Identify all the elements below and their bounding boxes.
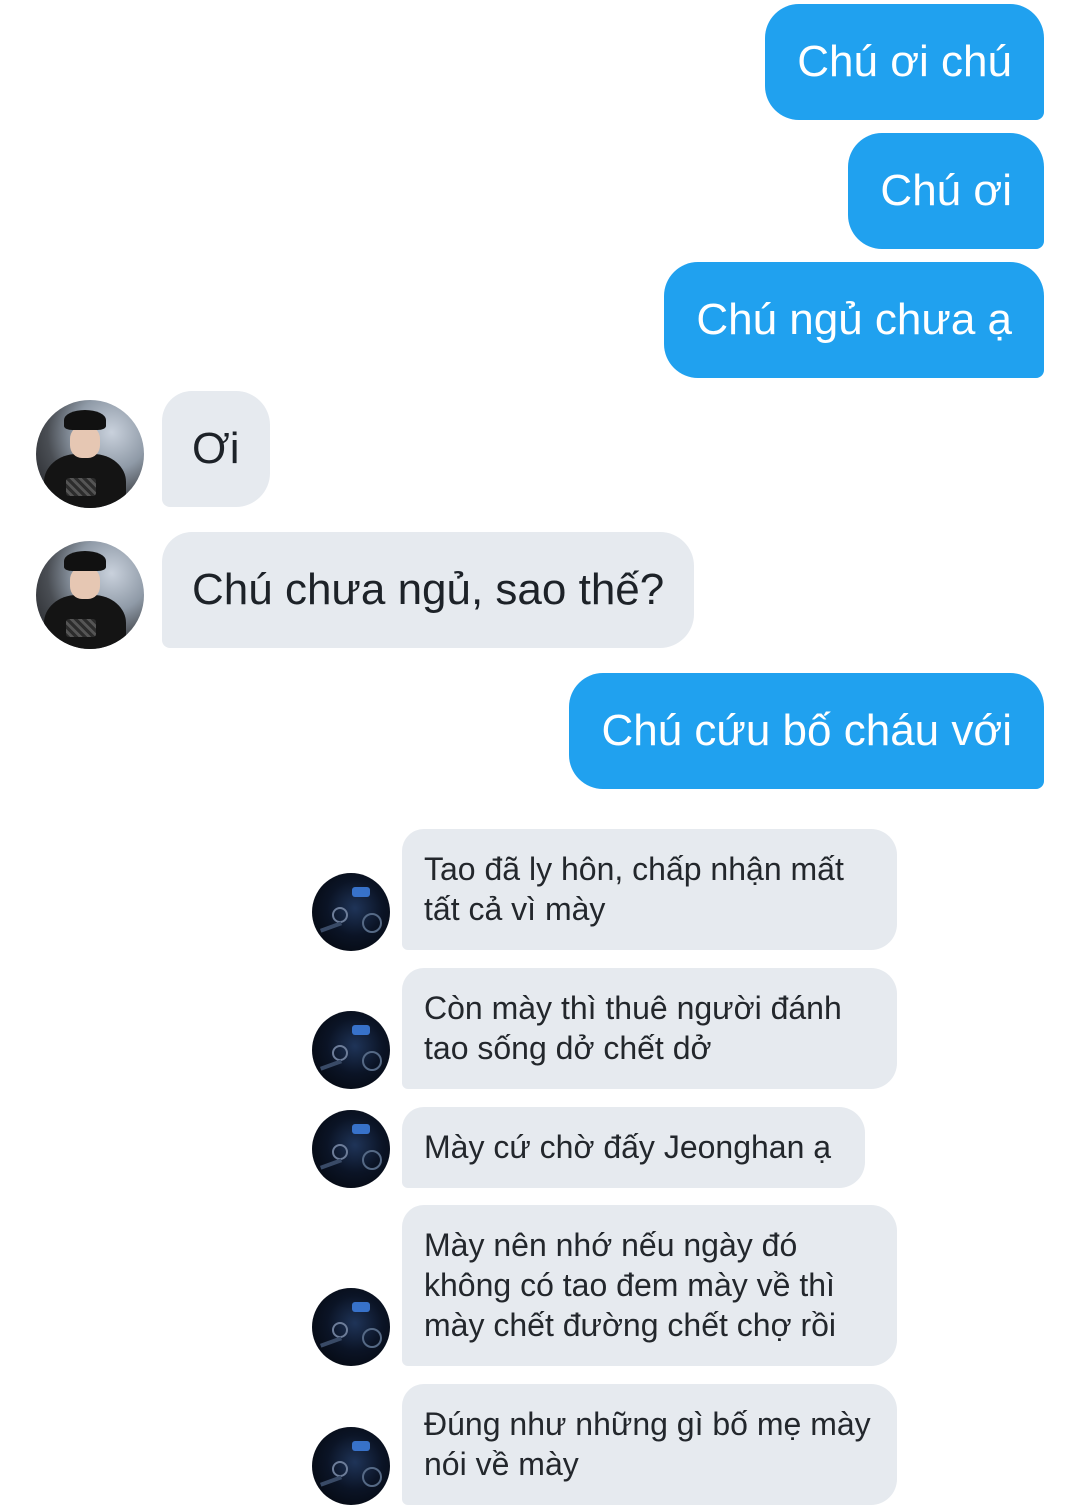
received-message-bubble[interactable]: Tao đã ly hôn, chấp nhận mất tất cả vì m… [402, 829, 897, 950]
message-text: Ơi [192, 424, 240, 473]
message-text: Tao đã ly hôn, chấp nhận mất tất cả vì m… [424, 851, 844, 927]
sent-message-bubble[interactable]: Chú ơi chú [765, 4, 1044, 120]
received-message-bubble[interactable]: Đúng như những gì bố mẹ mày nói về mày [402, 1384, 897, 1505]
contact-avatar[interactable] [312, 1110, 390, 1188]
contact-avatar[interactable] [312, 1427, 390, 1505]
contact-avatar[interactable] [36, 541, 144, 649]
message-text: Chú ơi [880, 166, 1012, 215]
received-message-bubble[interactable]: Còn mày thì thuê người đánh tao sống dở … [402, 968, 897, 1089]
received-message-bubble[interactable]: Chú chưa ngủ, sao thế? [162, 532, 695, 648]
contact-avatar[interactable] [36, 400, 144, 508]
contact-avatar[interactable] [312, 1288, 390, 1366]
message-text: Chú ngủ chưa ạ [696, 295, 1012, 344]
received-message-bubble[interactable]: Mày nên nhớ nếu ngày đó không có tao đem… [402, 1205, 897, 1366]
contact-avatar[interactable] [312, 1011, 390, 1089]
message-text: Đúng như những gì bố mẹ mày nói về mày [424, 1406, 871, 1482]
sent-message-bubble[interactable]: Chú ơi [848, 133, 1044, 249]
message-text: Mày nên nhớ nếu ngày đó không có tao đem… [424, 1227, 837, 1343]
contact-avatar[interactable] [312, 873, 390, 951]
message-text: Chú chưa ngủ, sao thế? [192, 565, 665, 614]
message-text: Mày cứ chờ đấy Jeonghan ạ [424, 1129, 832, 1165]
sent-message-bubble[interactable]: Chú cứu bố cháu với [569, 673, 1044, 789]
message-text: Chú cứu bố cháu với [601, 706, 1012, 755]
sent-message-bubble[interactable]: Chú ngủ chưa ạ [664, 262, 1044, 378]
message-text: Chú ơi chú [797, 37, 1012, 86]
received-message-bubble[interactable]: Ơi [162, 391, 270, 507]
message-text: Còn mày thì thuê người đánh tao sống dở … [424, 990, 842, 1066]
received-message-bubble[interactable]: Mày cứ chờ đấy Jeonghan ạ [402, 1107, 865, 1188]
